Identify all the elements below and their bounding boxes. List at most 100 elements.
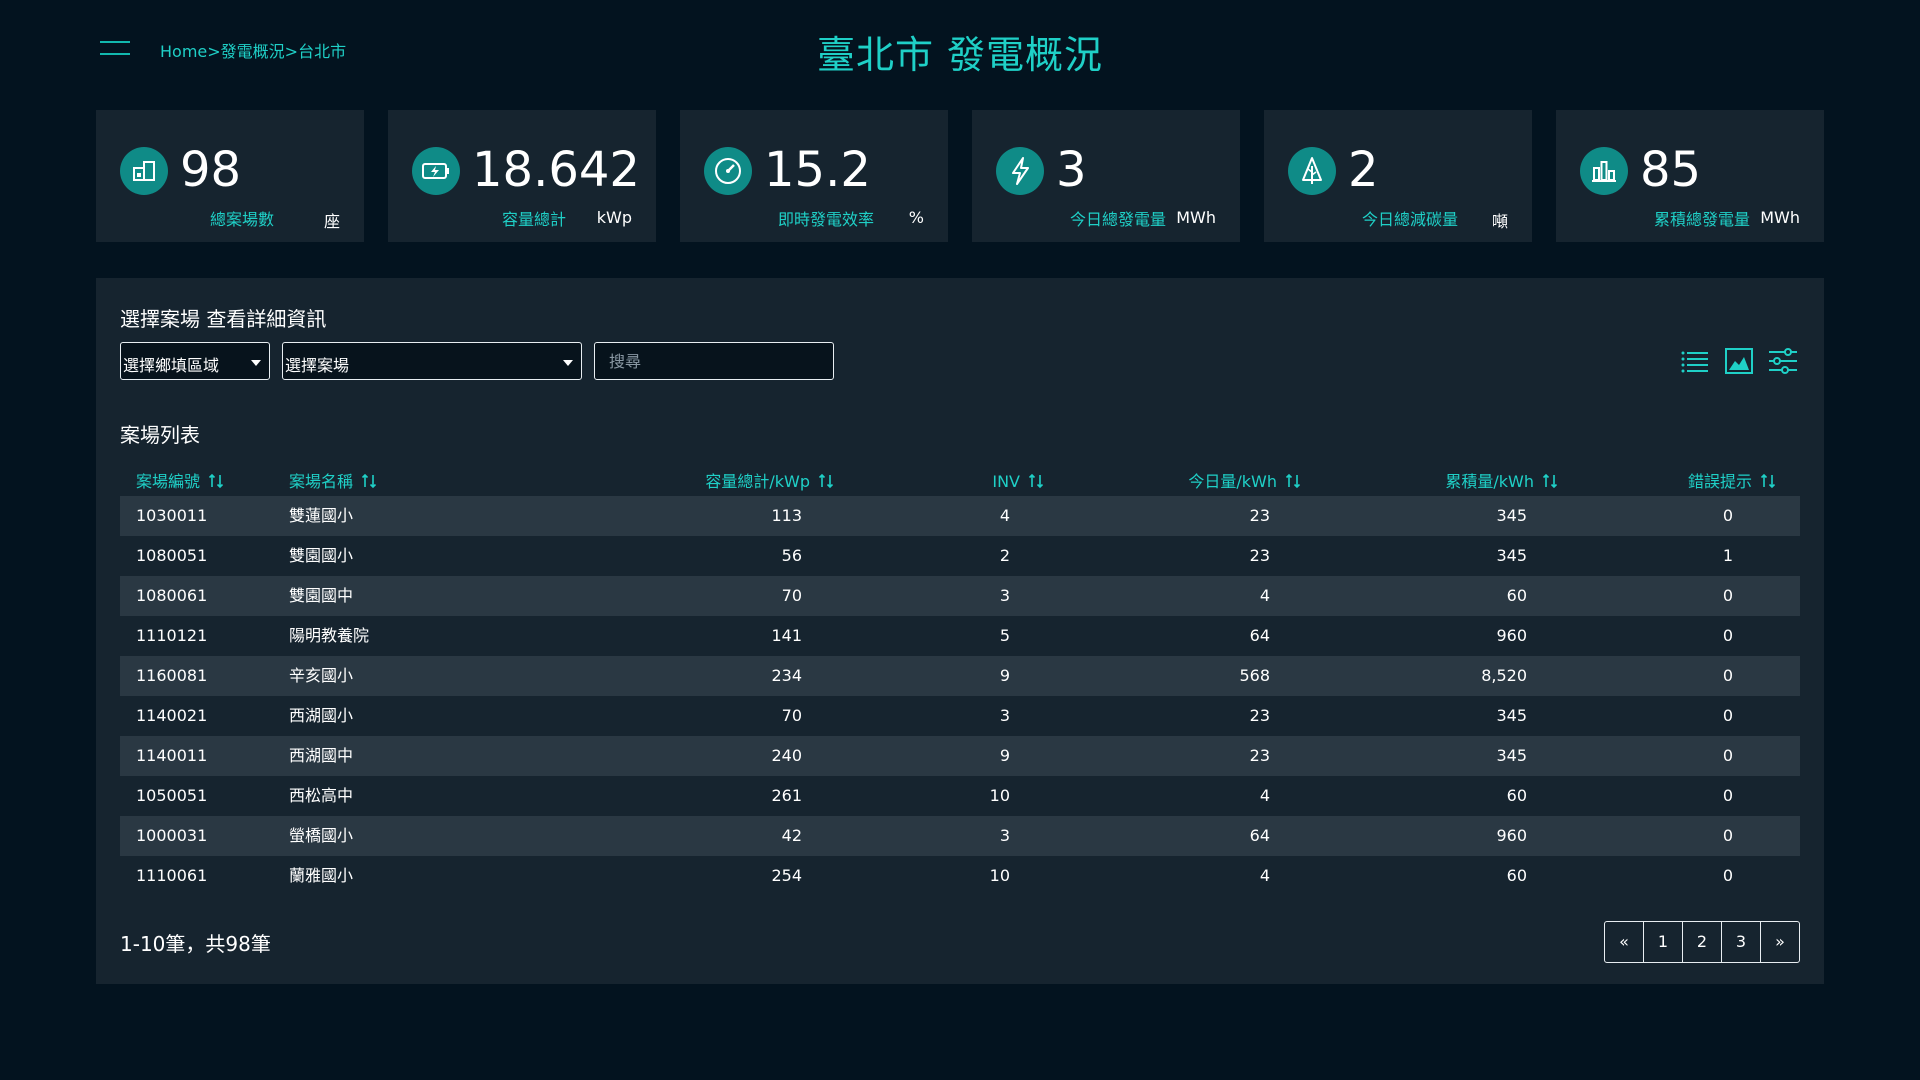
cell-total-kwh: 345 — [1496, 506, 1527, 525]
cell-site-id: 1110121 — [136, 626, 208, 645]
cell-error: 0 — [1722, 786, 1733, 805]
cell-error: 0 — [1722, 866, 1733, 885]
table-row[interactable]: 1030011 雙蓮國小 113 4 23 345 0 — [120, 496, 1800, 536]
cell-capacity: 254 — [771, 866, 802, 885]
search-input[interactable] — [594, 342, 834, 380]
list-view-icon[interactable] — [1680, 346, 1710, 376]
cell-total-kwh: 345 — [1496, 746, 1527, 765]
cell-site-id: 1160081 — [136, 666, 208, 685]
cell-error: 0 — [1722, 746, 1733, 765]
cell-error: 0 — [1722, 826, 1733, 845]
pagination-info: 1-10筆，共98筆 — [120, 932, 271, 956]
cell-inv: 4 — [999, 506, 1010, 525]
table-body: 1030011 雙蓮國小 113 4 23 345 0 1080051 雙園國小… — [120, 496, 1800, 896]
kpi-unit: kWp — [596, 208, 632, 227]
cell-site-id: 1110061 — [136, 866, 208, 885]
cell-site-id: 1080061 — [136, 586, 208, 605]
pagination-page-1[interactable]: 1 — [1643, 922, 1682, 962]
cell-today-kwh: 23 — [1249, 546, 1270, 565]
pagination-page-2[interactable]: 2 — [1682, 922, 1721, 962]
kpi-card-efficiency: 15.2 即時發電效率 % — [680, 110, 948, 242]
pagination-prev-button[interactable]: « — [1605, 922, 1643, 962]
cell-error: 0 — [1722, 666, 1733, 685]
cell-capacity: 42 — [781, 826, 802, 845]
table-title: 案場列表 — [120, 423, 200, 447]
kpi-value: 2 — [1348, 142, 1379, 198]
cell-total-kwh: 60 — [1506, 586, 1527, 605]
chevron-down-icon — [251, 360, 261, 366]
cell-site-name: 雙園國小 — [289, 546, 354, 565]
table-row[interactable]: 1000031 螢橋國小 42 3 64 960 0 — [120, 816, 1800, 856]
cell-error: 0 — [1722, 706, 1733, 725]
site-select-value: 選擇案場 — [285, 356, 350, 375]
kpi-value: 98 — [180, 142, 242, 198]
kpi-card-capacity: 18.642 容量總計 kWp — [388, 110, 656, 242]
table-row[interactable]: 1110121 陽明教養院 141 5 64 960 0 — [120, 616, 1800, 656]
cell-today-kwh: 4 — [1259, 586, 1270, 605]
cell-today-kwh: 4 — [1259, 786, 1270, 805]
bar-chart-icon — [1580, 147, 1628, 195]
cell-capacity: 234 — [771, 666, 802, 685]
chevron-down-icon — [563, 360, 573, 366]
chart-view-icon[interactable] — [1724, 346, 1754, 376]
cell-inv: 9 — [999, 746, 1010, 765]
cell-site-name: 陽明教養院 — [289, 626, 370, 645]
cell-today-kwh: 568 — [1239, 666, 1270, 685]
building-icon — [120, 147, 168, 195]
table-row[interactable]: 1140011 西湖國中 240 9 23 345 0 — [120, 736, 1800, 776]
kpi-label: 容量總計 — [501, 210, 566, 229]
kpi-card-carbon-reduction: 2 今日總減碳量 噸 — [1264, 110, 1532, 242]
sort-icon — [1542, 473, 1558, 489]
cell-site-name: 辛亥國小 — [289, 666, 354, 685]
lightning-icon — [996, 147, 1044, 195]
table-row[interactable]: 1110061 蘭雅國小 254 10 4 60 0 — [120, 856, 1800, 896]
cell-error: 1 — [1722, 546, 1733, 565]
cell-site-name: 西湖國中 — [289, 746, 354, 765]
cell-inv: 10 — [989, 786, 1010, 805]
cell-site-id: 1080051 — [136, 546, 208, 565]
site-panel: 選擇案場 查看詳細資訊 選擇鄉填區域 選擇案場 案場列表 案場編號 案場名稱 — [96, 278, 1824, 984]
table-row[interactable]: 1160081 辛亥國小 234 9 568 8,520 0 — [120, 656, 1800, 696]
cell-today-kwh: 64 — [1249, 826, 1270, 845]
gauge-icon — [704, 147, 752, 195]
cell-inv: 5 — [999, 626, 1010, 645]
cell-today-kwh: 23 — [1249, 506, 1270, 525]
pagination-page-3[interactable]: 3 — [1721, 922, 1760, 962]
cell-inv: 2 — [999, 546, 1010, 565]
district-select[interactable]: 選擇鄉填區域 — [120, 342, 270, 380]
cell-total-kwh: 345 — [1496, 546, 1527, 565]
cell-site-name: 西湖國小 — [289, 706, 354, 725]
cell-inv: 9 — [999, 666, 1010, 685]
cell-site-name: 雙園國中 — [289, 586, 354, 605]
cell-site-name: 雙蓮國小 — [289, 506, 354, 525]
table-row[interactable]: 1080061 雙園國中 70 3 4 60 0 — [120, 576, 1800, 616]
kpi-unit: 噸 — [1491, 212, 1508, 231]
district-select-value: 選擇鄉填區域 — [123, 356, 220, 375]
cell-capacity: 261 — [771, 786, 802, 805]
cell-site-id: 1030011 — [136, 506, 208, 525]
kpi-unit: 座 — [323, 212, 340, 231]
table-row[interactable]: 1080051 雙園國小 56 2 23 345 1 — [120, 536, 1800, 576]
kpi-unit: % — [908, 208, 924, 227]
filter-settings-icon[interactable] — [1768, 346, 1798, 376]
cell-today-kwh: 4 — [1259, 866, 1270, 885]
sort-icon — [818, 473, 834, 489]
kpi-value: 15.2 — [764, 142, 871, 198]
pagination-next-button[interactable]: » — [1760, 922, 1799, 962]
kpi-card-today-generation: 3 今日總發電量 MWh — [972, 110, 1240, 242]
cell-today-kwh: 23 — [1249, 746, 1270, 765]
cell-total-kwh: 8,520 — [1481, 666, 1527, 685]
cell-site-name: 蘭雅國小 — [289, 866, 354, 885]
cell-capacity: 70 — [781, 706, 802, 725]
tree-icon — [1288, 147, 1336, 195]
cell-capacity: 70 — [781, 586, 802, 605]
table-row[interactable]: 1140021 西湖國小 70 3 23 345 0 — [120, 696, 1800, 736]
kpi-label: 累積總發電量 — [1653, 210, 1750, 229]
cell-capacity: 113 — [771, 506, 802, 525]
kpi-card-total-sites: 98 總案場數 座 — [96, 110, 364, 242]
battery-icon — [412, 147, 460, 195]
site-select[interactable]: 選擇案場 — [282, 342, 582, 380]
cell-error: 0 — [1722, 626, 1733, 645]
cell-total-kwh: 960 — [1496, 626, 1527, 645]
table-row[interactable]: 1050051 西松高中 261 10 4 60 0 — [120, 776, 1800, 816]
